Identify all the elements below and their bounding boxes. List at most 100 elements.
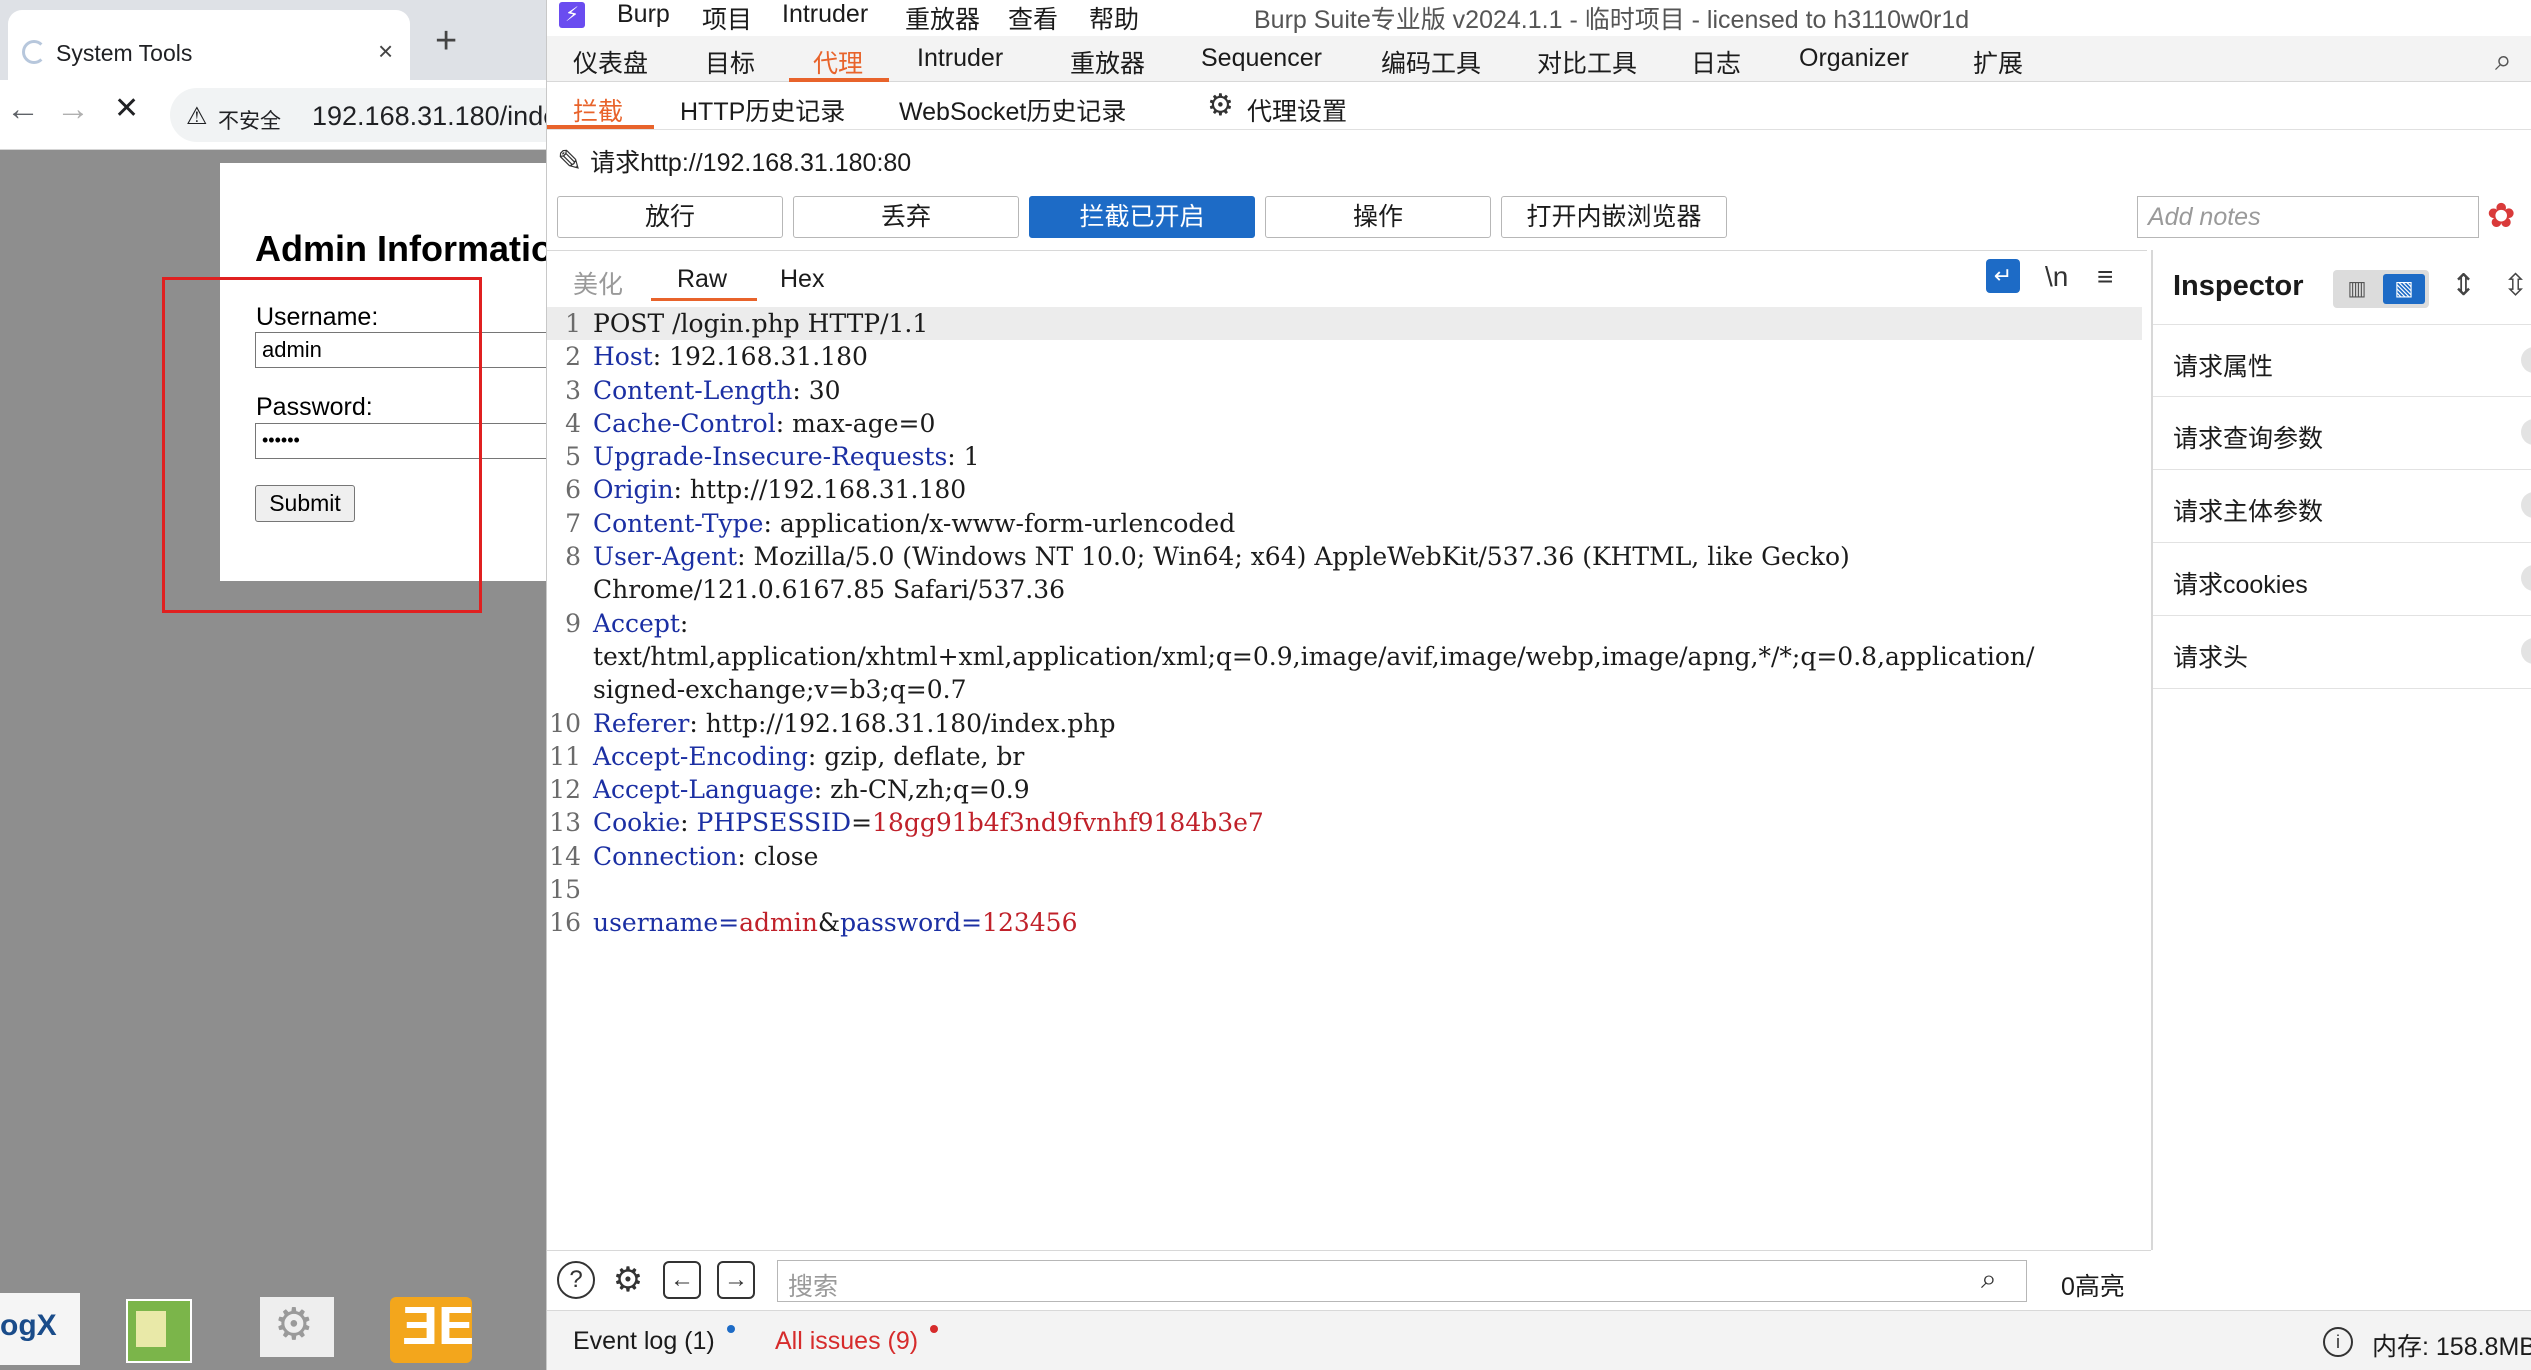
ogx-app-icon[interactable]: ogX	[0, 1293, 80, 1365]
menu-view[interactable]: 查看	[1008, 0, 1058, 36]
code-line[interactable]: 14 Connection: close	[547, 840, 2142, 873]
tab-extensions[interactable]: 扩展	[1973, 44, 2023, 80]
code-line[interactable]: 6 Origin: http://192.168.31.180	[547, 473, 2142, 506]
previous-arrow-icon[interactable]: ←	[663, 1261, 701, 1299]
inspector-section-label: 请求头	[2173, 644, 2249, 672]
action-button[interactable]: 操作	[1265, 196, 1491, 238]
tab-repeater[interactable]: 重放器	[1070, 44, 1145, 80]
section-toggle-icon[interactable]	[2521, 638, 2531, 664]
tab-proxy[interactable]: 代理	[813, 44, 863, 80]
layout-toggle[interactable]: ▥ ▧	[2333, 270, 2429, 308]
tab-target[interactable]: 目标	[705, 44, 755, 80]
code-line[interactable]: signed-exchange;v=b3;q=0.7	[547, 673, 2142, 706]
search-icon[interactable]: ⌕	[2495, 44, 2512, 78]
notes-input[interactable]: Add notes	[2137, 196, 2479, 238]
open-browser-button[interactable]: 打开内嵌浏览器	[1501, 196, 1727, 238]
notepad-icon[interactable]	[120, 1293, 200, 1365]
menu-intruder[interactable]: Intruder	[782, 0, 868, 29]
security-status-label[interactable]: 不安全	[218, 105, 281, 135]
code-line[interactable]: text/html,application/xhtml+xml,applicat…	[547, 640, 2142, 673]
header-separator: :	[947, 442, 964, 472]
gear-icon[interactable]: ⚙	[1207, 88, 1234, 123]
settings-icon[interactable]: ⚙	[258, 1293, 338, 1365]
forward-button[interactable]: 放行	[557, 196, 783, 238]
inspector-section-cookies[interactable]: 请求cookies	[2153, 543, 2531, 616]
line-number: 2	[565, 342, 581, 372]
stop-loading-icon[interactable]: ✕	[114, 94, 139, 124]
search-input[interactable]: 搜索	[777, 1260, 2027, 1302]
pencil-icon[interactable]: ✎	[557, 145, 582, 178]
section-toggle-icon[interactable]	[2521, 419, 2531, 445]
tab-decoder[interactable]: 编码工具	[1381, 44, 1481, 80]
section-toggle-icon[interactable]	[2521, 565, 2531, 591]
address-bar[interactable]: ⚠ 不安全 192.168.31.180/index.php	[170, 88, 560, 142]
editor-tab-hex[interactable]: Hex	[780, 265, 824, 294]
proxy-settings-button[interactable]: 代理设置	[1247, 92, 1347, 128]
layout-left-icon[interactable]: ▥	[2337, 274, 2377, 304]
intercept-toggle-button[interactable]: 拦截已开启	[1029, 196, 1255, 238]
tab-logger[interactable]: 日志	[1691, 44, 1741, 80]
inspector-section-body-params[interactable]: 请求主体参数	[2153, 470, 2531, 543]
all-issues-button[interactable]: All issues (9)	[775, 1327, 918, 1356]
next-arrow-icon[interactable]: →	[717, 1261, 755, 1299]
menu-burp[interactable]: Burp	[617, 0, 670, 29]
code-line[interactable]: 10 Referer: http://192.168.31.180/index.p…	[547, 707, 2142, 740]
menu-icon[interactable]: ≡	[2097, 261, 2113, 293]
raw-request-body[interactable]: 1 POST /login.php HTTP/1.1 2 Host: 192.168.…	[547, 307, 2142, 940]
collapse-icon[interactable]: ⇳	[2503, 268, 2528, 303]
subtab-websocket-history[interactable]: WebSocket历史记录	[899, 92, 1126, 128]
section-toggle-icon[interactable]	[2521, 492, 2531, 518]
inspector-section-headers[interactable]: 请求头	[2153, 616, 2531, 689]
code-line[interactable]: 11 Accept-Encoding: gzip, deflate, br	[547, 740, 2142, 773]
header-separator: :	[673, 475, 690, 505]
code-line[interactable]: 8 User-Agent: Mozilla/5.0 (Windows NT 10.…	[547, 540, 2142, 573]
drop-button[interactable]: 丢弃	[793, 196, 1019, 238]
code-line[interactable]: Chrome/121.0.6167.85 Safari/537.36	[547, 573, 2142, 606]
tab-comparer[interactable]: 对比工具	[1537, 44, 1637, 80]
help-icon[interactable]: ?	[557, 1261, 595, 1299]
menu-repeater[interactable]: 重放器	[905, 0, 980, 36]
code-line[interactable]: 7 Content-Type: application/x-www-form-ur…	[547, 507, 2142, 540]
tab-sequencer[interactable]: Sequencer	[1201, 44, 1322, 73]
browser-toolbar: ← → ✕ ⚠ 不安全 192.168.31.180/index.php	[0, 80, 560, 150]
code-line[interactable]: 12 Accept-Language: zh-CN,zh;q=0.9	[547, 773, 2142, 806]
code-line[interactable]: 9 Accept:	[547, 607, 2142, 640]
new-tab-button[interactable]: +	[435, 22, 457, 60]
code-line[interactable]: 1 POST /login.php HTTP/1.1	[547, 307, 2142, 341]
editor-tab-pretty[interactable]: 美化	[573, 265, 623, 301]
subtab-http-history[interactable]: HTTP历史记录	[680, 92, 845, 128]
code-line[interactable]: 3 Content-Length: 30	[547, 374, 2142, 407]
tab-dashboard[interactable]: 仪表盘	[573, 44, 648, 80]
search-icon[interactable]: ⌕	[1981, 1263, 1997, 1296]
menu-project[interactable]: 项目	[702, 0, 752, 36]
event-log-button[interactable]: Event log (1)	[573, 1327, 715, 1356]
expand-icon[interactable]: ⇕	[2451, 268, 2476, 303]
inspector-section-request-attributes[interactable]: 请求属性	[2153, 324, 2531, 397]
menu-help[interactable]: 帮助	[1089, 0, 1139, 36]
browser-tab[interactable]: System Tools ×	[8, 10, 410, 80]
code-line[interactable]: 4 Cache-Control: max-age=0	[547, 407, 2142, 440]
newline-toggle-button[interactable]: \n	[2045, 261, 2068, 293]
subtab-intercept[interactable]: 拦截	[573, 92, 623, 128]
editor-tab-raw[interactable]: Raw	[677, 265, 727, 294]
section-toggle-icon[interactable]	[2521, 347, 2531, 373]
tab-organizer[interactable]: Organizer	[1799, 44, 1909, 73]
tab-close-icon[interactable]: ×	[378, 36, 393, 67]
gear-icon[interactable]: ⚙	[609, 1261, 647, 1299]
highlight-color-icon[interactable]: ✿	[2487, 196, 2516, 236]
back-arrow-icon[interactable]: ←	[6, 92, 40, 126]
forward-arrow-icon[interactable]: →	[56, 92, 90, 126]
code-line[interactable]: 2 Host: 192.168.31.180	[547, 340, 2142, 373]
code-line[interactable]: 5 Upgrade-Insecure-Requests: 1	[547, 440, 2142, 473]
editor-icon[interactable]: ƎE	[388, 1293, 474, 1365]
url-text[interactable]: 192.168.31.180/index.php	[312, 101, 560, 132]
wrap-lines-icon[interactable]: ↵	[1986, 259, 2020, 293]
inspector-section-query-params[interactable]: 请求查询参数	[2153, 397, 2531, 470]
tab-intruder[interactable]: Intruder	[917, 44, 1003, 73]
code-line[interactable]: 15	[547, 873, 2142, 906]
layout-right-icon[interactable]: ▧	[2383, 274, 2425, 304]
code-line[interactable]: 16 username=admin&password=123456	[547, 906, 2142, 939]
code-line[interactable]: 13 Cookie: PHPSESSID=18gg91b4f3nd9fvnhf91…	[547, 806, 2142, 839]
warning-icon[interactable]: ⚠	[186, 102, 208, 131]
info-icon[interactable]: i	[2323, 1327, 2353, 1357]
